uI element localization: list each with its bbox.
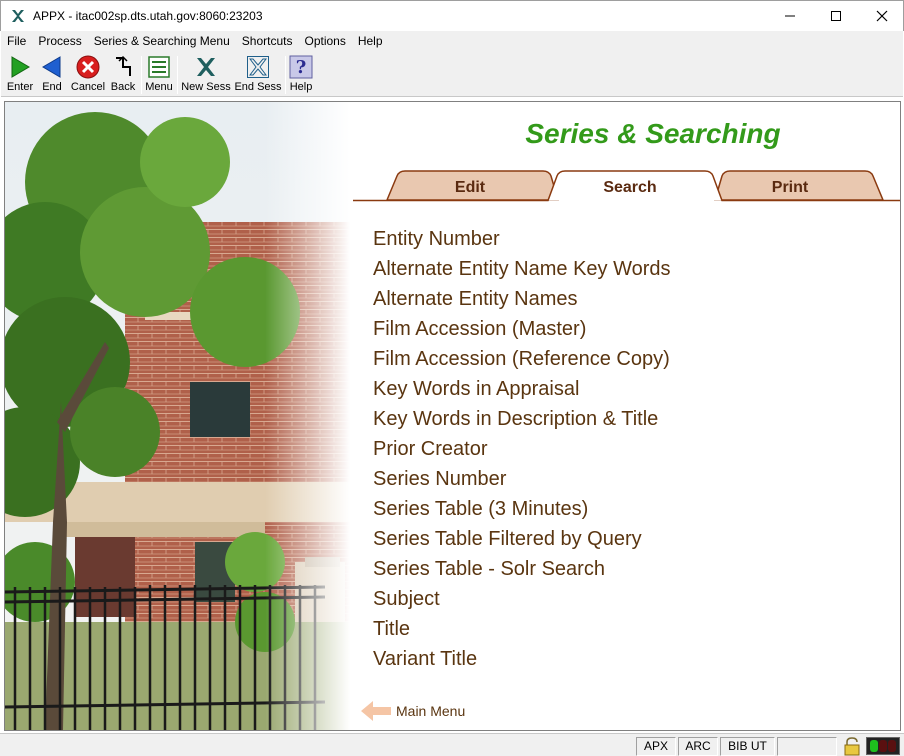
lock-icon bbox=[844, 737, 860, 756]
title-bar: APPX - itac002sp.dts.utah.gov:8060:23203 bbox=[0, 0, 904, 31]
option-prior-creator[interactable]: Prior Creator bbox=[373, 436, 671, 466]
tab-search[interactable]: Search bbox=[565, 179, 695, 197]
menu-button[interactable]: Menu bbox=[144, 54, 174, 95]
window-title: APPX - itac002sp.dts.utah.gov:8060:23203 bbox=[33, 9, 263, 23]
menu-options[interactable]: Options bbox=[298, 31, 351, 52]
menu-file[interactable]: File bbox=[1, 31, 32, 52]
toolbar-separator bbox=[285, 56, 286, 94]
minimize-button[interactable] bbox=[767, 1, 813, 31]
cancel-button[interactable]: Cancel bbox=[69, 54, 107, 95]
option-series-table-3-minutes[interactable]: Series Table (3 Minutes) bbox=[373, 496, 671, 526]
maximize-icon bbox=[831, 11, 841, 21]
menu-bar: File Process Series & Searching Menu Sho… bbox=[1, 31, 903, 52]
close-button[interactable] bbox=[859, 1, 904, 31]
end-button[interactable]: End bbox=[38, 54, 66, 95]
tab-edit[interactable]: Edit bbox=[405, 179, 535, 197]
red-cancel-icon bbox=[75, 54, 101, 80]
green-light-icon bbox=[869, 740, 878, 752]
option-series-table-filtered-by-query[interactable]: Series Table Filtered by Query bbox=[373, 526, 671, 556]
back-corner-arrow-icon bbox=[110, 54, 136, 80]
maximize-button[interactable] bbox=[813, 1, 859, 31]
back-label: Back bbox=[110, 81, 136, 93]
status-apx: APX bbox=[636, 737, 676, 756]
help-label: Help bbox=[289, 81, 313, 93]
help-question-icon: ? bbox=[288, 54, 314, 80]
enter-button[interactable]: Enter bbox=[4, 54, 36, 95]
option-film-accession-master[interactable]: Film Accession (Master) bbox=[373, 316, 671, 346]
main-panel: Series & Searching Edit Search Print Ent… bbox=[4, 101, 901, 731]
option-entity-number[interactable]: Entity Number bbox=[373, 226, 671, 256]
tab-strip: Edit Search Print bbox=[353, 168, 900, 204]
search-option-list: Entity Number Alternate Entity Name Key … bbox=[373, 226, 671, 676]
building-photo bbox=[5, 102, 350, 730]
minimize-icon bbox=[785, 15, 795, 17]
new-session-icon bbox=[193, 54, 219, 80]
option-title[interactable]: Title bbox=[373, 616, 671, 646]
end-label: End bbox=[42, 81, 62, 93]
red-light-icon bbox=[878, 740, 887, 752]
option-variant-title[interactable]: Variant Title bbox=[373, 646, 671, 676]
option-alternate-entity-names[interactable]: Alternate Entity Names bbox=[373, 286, 671, 316]
tab-print[interactable]: Print bbox=[725, 179, 855, 197]
menu-help[interactable]: Help bbox=[352, 31, 389, 52]
cancel-label: Cancel bbox=[70, 81, 106, 93]
menu-series-searching[interactable]: Series & Searching Menu bbox=[88, 31, 236, 52]
main-menu-label: Main Menu bbox=[396, 703, 466, 719]
option-alternate-entity-name-key-words[interactable]: Alternate Entity Name Key Words bbox=[373, 256, 671, 286]
back-button[interactable]: Back bbox=[108, 54, 138, 95]
connection-status-lights bbox=[866, 737, 900, 755]
end-session-label: End Sess bbox=[234, 81, 282, 93]
page-title: Series & Searching bbox=[525, 118, 781, 149]
option-key-words-in-description-title[interactable]: Key Words in Description & Title bbox=[373, 406, 671, 436]
new-session-button[interactable]: New Sess bbox=[180, 54, 232, 95]
end-session-icon bbox=[245, 54, 271, 80]
menu-label: Menu bbox=[145, 81, 173, 93]
menu-shortcuts[interactable]: Shortcuts bbox=[236, 31, 299, 52]
option-film-accession-reference-copy[interactable]: Film Accession (Reference Copy) bbox=[373, 346, 671, 376]
green-play-icon bbox=[7, 54, 33, 80]
new-session-label: New Sess bbox=[181, 81, 231, 93]
blue-back-arrow-icon bbox=[39, 54, 65, 80]
status-empty bbox=[777, 737, 837, 756]
toolbar-separator bbox=[177, 56, 178, 94]
option-key-words-in-appraisal[interactable]: Key Words in Appraisal bbox=[373, 376, 671, 406]
enter-label: Enter bbox=[6, 81, 34, 93]
option-subject[interactable]: Subject bbox=[373, 586, 671, 616]
option-series-number[interactable]: Series Number bbox=[373, 466, 671, 496]
status-arc: ARC bbox=[678, 737, 718, 756]
left-arrow-icon bbox=[361, 701, 391, 721]
menu-list-icon bbox=[146, 54, 172, 80]
main-menu-link[interactable]: Main Menu bbox=[360, 700, 465, 722]
status-bar: APX ARC BIB UT bbox=[0, 733, 904, 756]
appx-logo-icon bbox=[12, 10, 24, 22]
toolbar: Enter End Cancel Back Menu New Sess End … bbox=[1, 52, 903, 97]
menu-process[interactable]: Process bbox=[32, 31, 87, 52]
toolbar-separator bbox=[141, 56, 142, 94]
end-session-button[interactable]: End Sess bbox=[233, 54, 283, 95]
svg-text:?: ? bbox=[296, 57, 307, 78]
option-series-table-solr-search[interactable]: Series Table - Solr Search bbox=[373, 556, 671, 586]
red-light-icon bbox=[888, 740, 897, 752]
help-button[interactable]: ? Help bbox=[288, 54, 314, 95]
status-bib-ut: BIB UT bbox=[720, 737, 775, 756]
close-icon bbox=[876, 10, 888, 22]
